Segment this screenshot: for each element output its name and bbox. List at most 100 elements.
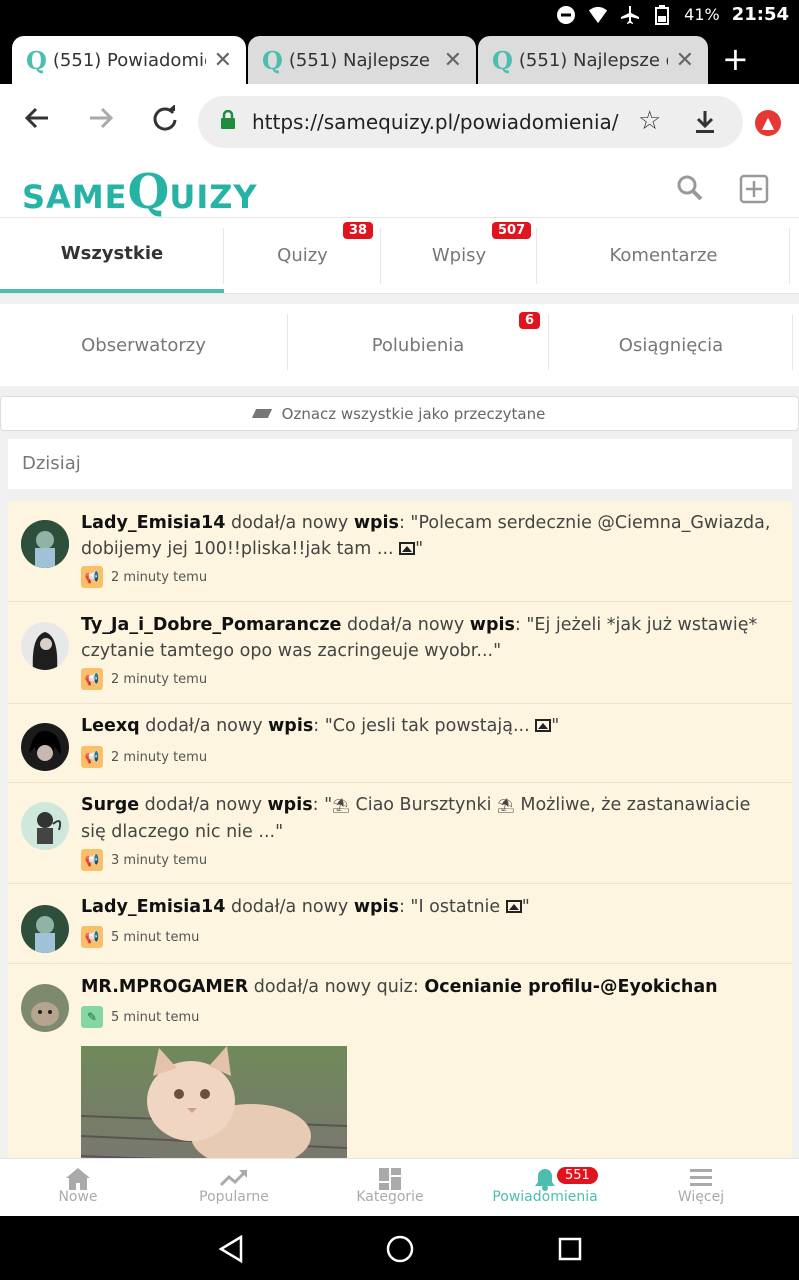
username[interactable]: Surge xyxy=(81,795,139,815)
tab-label: Komentarze xyxy=(609,245,718,266)
username[interactable]: MR.MPROGAMER xyxy=(81,977,248,997)
forward-icon[interactable] xyxy=(88,104,114,139)
megaphone-icon: 📢 xyxy=(81,566,103,588)
notification-meta: 📢 2 minuty temu xyxy=(81,668,207,690)
wifi-icon xyxy=(588,5,608,25)
tab-komentarze[interactable]: Komentarze xyxy=(537,218,790,293)
logo-rest: UIZY xyxy=(169,178,258,216)
quizy-count-badge: 38 xyxy=(343,222,374,239)
content-type[interactable]: wpis xyxy=(354,897,399,917)
quiz-thumbnail[interactable] xyxy=(81,1046,347,1166)
mark-all-read-button[interactable]: Oznacz wszystkie jako przeczytane xyxy=(0,396,799,431)
image-icon xyxy=(505,900,522,913)
browser-tab-3[interactable]: Q (551) Najlepsze dania ✕ xyxy=(478,36,708,84)
browser-toolbar: https://samequizy.pl/powiadomienia/ ☆ ▲ xyxy=(0,84,799,160)
close-tab-icon[interactable]: ✕ xyxy=(214,48,232,73)
eraser-icon xyxy=(251,409,272,418)
nav-powiadomienia[interactable]: Powiadomienia 551 xyxy=(467,1159,623,1216)
home-icon xyxy=(0,1159,156,1190)
username[interactable]: Lady_Emisia14 xyxy=(81,897,225,917)
excerpt[interactable]: "Co jesli tak powstają... xyxy=(325,716,536,736)
avatar[interactable] xyxy=(21,520,69,568)
browser-tab-1[interactable]: Q (551) Powiadomienia ✕ xyxy=(12,36,246,84)
tab-title: (551) Najlepsze dania xyxy=(518,49,668,71)
notification-item[interactable]: Lady_Emisia14 dodał/a nowy wpis: "Poleca… xyxy=(8,501,792,602)
close-tab-icon[interactable]: ✕ xyxy=(676,48,694,73)
home-circle-icon[interactable] xyxy=(386,1235,414,1267)
polubienia-count-badge: 6 xyxy=(519,312,541,329)
username[interactable]: Leexq xyxy=(81,716,140,736)
nav-nowe[interactable]: Nowe xyxy=(0,1159,156,1216)
tab-osiagniecia[interactable]: Osiągnięcia xyxy=(549,304,793,386)
notification-meta: 📢 2 minuty temu xyxy=(81,566,207,588)
download-icon[interactable] xyxy=(694,110,716,141)
nav-popularne[interactable]: Popularne xyxy=(156,1159,312,1216)
notification-item[interactable]: Leexq dodał/a nowy wpis: "Co jesli tak p… xyxy=(8,704,792,783)
content-type[interactable]: wpis xyxy=(268,716,313,736)
content-type[interactable]: wpis xyxy=(470,615,515,635)
avatar[interactable] xyxy=(21,723,69,771)
notification-meta: ✎ 5 minut temu xyxy=(81,1006,199,1028)
username[interactable]: Ty_Ja_i_Dobre_Pomarancze xyxy=(81,615,341,635)
content-type[interactable]: wpis xyxy=(354,513,399,533)
url-text: https://samequizy.pl/powiadomienia/ xyxy=(252,110,619,134)
edit-quiz-icon: ✎ xyxy=(81,1006,103,1028)
star-icon[interactable]: ☆ xyxy=(638,106,661,136)
notification-text: Lady_Emisia14 dodał/a nowy wpis: "Poleca… xyxy=(81,510,778,562)
action-text: dodał/a nowy xyxy=(225,513,354,533)
megaphone-icon: 📢 xyxy=(81,746,103,768)
tab-wszystkie[interactable]: Wszystkie xyxy=(0,218,224,293)
new-tab-icon[interactable]: + xyxy=(722,40,749,78)
avatar[interactable] xyxy=(21,905,69,953)
browser-tab-2[interactable]: Q (551) Najlepsze dania ✕ xyxy=(248,36,476,84)
notification-meta: 📢 5 minut temu xyxy=(81,926,199,948)
separator: : xyxy=(312,795,325,815)
timestamp: 5 minut temu xyxy=(111,1009,200,1025)
notification-meta: 📢 3 minuty temu xyxy=(81,849,207,871)
day-header: Dzisiaj xyxy=(8,439,792,489)
avatar[interactable] xyxy=(21,984,69,1032)
notification-item[interactable]: Surge dodał/a nowy wpis: "⛱ Ciao Burszty… xyxy=(8,783,792,884)
reload-icon[interactable] xyxy=(152,104,178,139)
search-icon[interactable] xyxy=(676,174,704,209)
close-tab-icon[interactable]: ✕ xyxy=(444,48,462,73)
notification-item[interactable]: Lady_Emisia14 dodał/a nowy wpis: "I osta… xyxy=(8,884,792,964)
notification-text: MR.MPROGAMER dodał/a nowy quiz: Oceniani… xyxy=(81,974,778,1000)
action-text: dodał/a nowy quiz: xyxy=(248,977,425,997)
nav-label: Powiadomienia xyxy=(492,1189,598,1205)
address-bar[interactable]: https://samequizy.pl/powiadomienia/ ☆ xyxy=(198,96,743,148)
username[interactable]: Lady_Emisia14 xyxy=(81,513,225,533)
back-icon[interactable] xyxy=(24,104,50,139)
beach-umbrella-icon: ⛱ xyxy=(497,798,515,814)
samequizy-q-icon: Q xyxy=(492,45,513,75)
nav-kategorie[interactable]: Kategorie xyxy=(312,1159,468,1216)
add-content-icon[interactable] xyxy=(739,174,769,211)
avatar[interactable] xyxy=(21,622,69,670)
tab-label: Polubienia xyxy=(371,334,465,356)
image-icon xyxy=(399,542,416,555)
excerpt-end: " xyxy=(521,897,530,917)
tab-label: Wpisy xyxy=(431,245,487,266)
samequizy-q-icon: Q xyxy=(262,45,283,75)
separator: : xyxy=(398,897,411,917)
menu-icon xyxy=(623,1159,779,1189)
tab-title: (551) Powiadomienia xyxy=(52,49,206,71)
tab-label: Quizy xyxy=(277,245,328,266)
extension-icon[interactable]: ▲ xyxy=(755,110,781,136)
back-triangle-icon[interactable] xyxy=(218,1234,244,1267)
recents-square-icon[interactable] xyxy=(558,1237,582,1265)
tab-polubienia[interactable]: Polubienia xyxy=(288,304,548,386)
site-logo[interactable]: sameQUIZY xyxy=(22,164,258,220)
avatar[interactable] xyxy=(21,802,69,850)
quiz-title-link[interactable]: Ocenianie profilu-@Eyokichan xyxy=(424,977,717,997)
excerpt[interactable]: "I ostatnie xyxy=(410,897,505,917)
notification-item[interactable]: Ty_Ja_i_Dobre_Pomarancze dodał/a nowy wp… xyxy=(8,602,792,704)
megaphone-icon: 📢 xyxy=(81,926,103,948)
excerpt[interactable]: " xyxy=(324,795,332,815)
action-text: dodał/a nowy xyxy=(225,897,354,917)
nav-wiecej[interactable]: Więcej xyxy=(623,1159,779,1216)
content-type[interactable]: wpis xyxy=(268,795,313,815)
action-text: dodał/a nowy xyxy=(341,615,470,635)
excerpt[interactable]: Ciao Bursztynki xyxy=(350,795,497,815)
tab-obserwatorzy[interactable]: Obserwatorzy xyxy=(0,304,287,386)
